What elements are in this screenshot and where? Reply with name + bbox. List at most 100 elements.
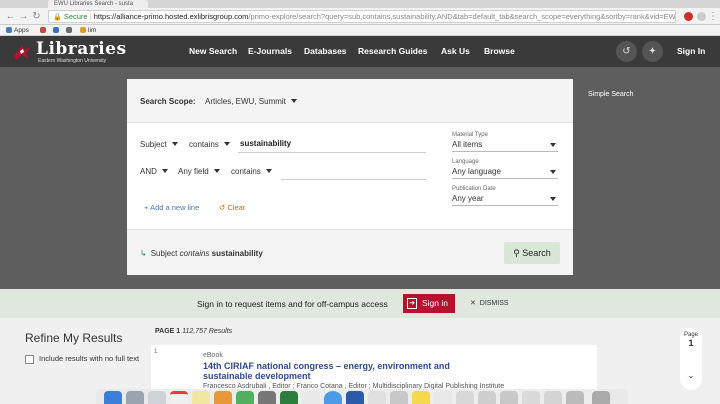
query-summary: ↳ Subject contains sustainability bbox=[140, 249, 263, 258]
result-type: eBook bbox=[203, 352, 223, 359]
extension-adblock-icon[interactable] bbox=[684, 12, 693, 21]
document-icon[interactable] bbox=[522, 391, 540, 404]
downloads-icon[interactable] bbox=[566, 391, 584, 404]
bookmark-item[interactable] bbox=[53, 25, 61, 36]
add-line-button[interactable]: + Add a new line bbox=[144, 203, 199, 212]
chrome-icon[interactable] bbox=[324, 391, 342, 404]
photos-icon[interactable] bbox=[214, 391, 232, 404]
row1-query-underline bbox=[238, 152, 426, 153]
calendar-icon[interactable] bbox=[170, 391, 188, 404]
folder-icon[interactable] bbox=[500, 391, 518, 404]
chevron-down-icon[interactable]: ⌄ bbox=[685, 370, 697, 382]
extension-icon[interactable] bbox=[697, 12, 706, 21]
page-info: PAGE 1 112,757 Results bbox=[155, 328, 232, 335]
secure-label: Secure bbox=[63, 12, 88, 21]
material-type-select[interactable]: All items bbox=[452, 140, 558, 152]
simple-search-link[interactable]: Simple Search bbox=[588, 91, 634, 98]
back-arrow-icon[interactable]: ← bbox=[5, 11, 16, 22]
language-select[interactable]: Any language bbox=[452, 167, 558, 179]
bookmark-item[interactable]: lim bbox=[80, 25, 96, 36]
browser-window: EWU Libraries Search - susta ← → ↻ 🔒 Sec… bbox=[0, 0, 720, 404]
row1-operator-select[interactable]: contains bbox=[189, 140, 230, 149]
add-line-label: Add a new line bbox=[150, 203, 200, 212]
stickies-icon[interactable] bbox=[412, 391, 430, 404]
chevron-down-icon bbox=[223, 142, 230, 146]
bookmark-item[interactable] bbox=[40, 25, 48, 36]
search-button[interactable]: ⚲ Search bbox=[504, 242, 560, 264]
arrow-right-icon: ↳ bbox=[140, 249, 147, 258]
logo-subtitle: Eastern Washington University bbox=[38, 58, 107, 64]
row2-operator-select[interactable]: contains bbox=[231, 167, 272, 176]
system-preferences-icon[interactable] bbox=[258, 391, 276, 404]
bookmark-apps[interactable]: Apps bbox=[6, 25, 29, 36]
document-icon[interactable] bbox=[544, 391, 562, 404]
dismiss-button[interactable]: ✕ DISMISS bbox=[470, 299, 509, 307]
eagle-logo-icon bbox=[13, 45, 31, 60]
nav-e-journals[interactable]: E-Journals bbox=[248, 46, 292, 56]
pin-icon[interactable]: ✦ bbox=[642, 41, 663, 62]
document-icon[interactable] bbox=[456, 391, 474, 404]
bookmark-item[interactable] bbox=[66, 25, 74, 36]
system-app-icon[interactable] bbox=[148, 391, 166, 404]
row2-field-select[interactable]: Any field bbox=[178, 167, 220, 176]
search-area: Search Scope: Articles, EWU, Summit Subj… bbox=[0, 67, 720, 289]
nav-new-search[interactable]: New Search bbox=[189, 46, 237, 56]
textedit-icon[interactable] bbox=[302, 391, 320, 404]
forward-arrow-icon[interactable]: → bbox=[18, 11, 29, 22]
header-sign-in[interactable]: Sign In bbox=[677, 46, 705, 56]
excel-icon[interactable] bbox=[280, 391, 298, 404]
banner-text: Sign in to request items and for off-cam… bbox=[197, 299, 388, 309]
browser-tab[interactable]: EWU Libraries Search - susta bbox=[48, 0, 148, 8]
tab-bar: EWU Libraries Search - susta bbox=[0, 0, 720, 8]
preview-icon[interactable] bbox=[368, 391, 386, 404]
nav-research-guides[interactable]: Research Guides bbox=[358, 46, 427, 56]
reload-icon[interactable]: ↻ bbox=[31, 11, 42, 22]
nav-ask-us[interactable]: Ask Us bbox=[441, 46, 470, 56]
full-text-checkbox[interactable] bbox=[25, 355, 34, 364]
banner-sign-in-button[interactable]: ➜ Sign in bbox=[403, 294, 455, 313]
clear-button[interactable]: ↺ Clear bbox=[219, 203, 245, 212]
nav-browse[interactable]: Browse bbox=[484, 46, 515, 56]
document-icon[interactable] bbox=[434, 391, 452, 404]
chevron-down-icon bbox=[171, 142, 178, 146]
menu-dots-icon[interactable]: ⋮ bbox=[708, 11, 718, 22]
banner-sign-in-label: Sign in bbox=[422, 298, 448, 308]
chevron-down-icon bbox=[213, 169, 220, 173]
summary-field: Subject bbox=[150, 249, 178, 258]
finder-icon[interactable] bbox=[104, 391, 122, 404]
address-bar[interactable]: 🔒 Secure | https://alliance-primo.hosted… bbox=[48, 10, 676, 23]
result-count: 112,757 Results bbox=[182, 328, 233, 335]
row1-query-input[interactable]: sustainability bbox=[240, 139, 291, 148]
chevron-down-icon bbox=[550, 170, 556, 174]
row2-query-underline bbox=[281, 179, 426, 180]
publication-date-value: Any year bbox=[452, 194, 484, 203]
numbers-icon[interactable] bbox=[236, 391, 254, 404]
folder-icon[interactable] bbox=[478, 391, 496, 404]
scope-value: Articles, EWU, Summit bbox=[205, 97, 286, 106]
notes-icon[interactable] bbox=[192, 391, 210, 404]
bookmark-site-icon bbox=[40, 27, 46, 33]
material-type-value: All items bbox=[452, 140, 483, 149]
apps-grid-icon bbox=[6, 27, 12, 33]
bookmark-site-icon bbox=[80, 27, 86, 33]
nav-databases[interactable]: Databases bbox=[304, 46, 347, 56]
bookmark-label: Apps bbox=[14, 27, 29, 34]
row1-field-select[interactable]: Subject bbox=[140, 140, 178, 149]
app-icon[interactable] bbox=[390, 391, 408, 404]
publication-date-select[interactable]: Any year bbox=[452, 194, 558, 206]
language-value: Any language bbox=[452, 167, 501, 176]
row2-boolean-select[interactable]: AND bbox=[140, 167, 168, 176]
word-icon[interactable] bbox=[346, 391, 364, 404]
bookmarks-bar: Apps lim bbox=[0, 25, 720, 36]
close-icon: ✕ bbox=[470, 300, 480, 307]
filter-label-material: Material Type bbox=[452, 132, 488, 138]
launchpad-icon[interactable] bbox=[126, 391, 144, 404]
trash-icon[interactable] bbox=[592, 391, 610, 404]
result-title-link[interactable]: 14th CIRIAF national congress – energy, … bbox=[203, 361, 493, 381]
history-icon[interactable]: ↺ bbox=[616, 41, 637, 62]
url-path: /primo-explore/search?query=sub,contains… bbox=[248, 12, 676, 21]
bookmark-site-icon bbox=[66, 27, 72, 33]
result-number: 1 bbox=[154, 349, 158, 355]
chevron-down-icon bbox=[550, 197, 556, 201]
scope-select[interactable]: Articles, EWU, Summit bbox=[205, 97, 297, 106]
